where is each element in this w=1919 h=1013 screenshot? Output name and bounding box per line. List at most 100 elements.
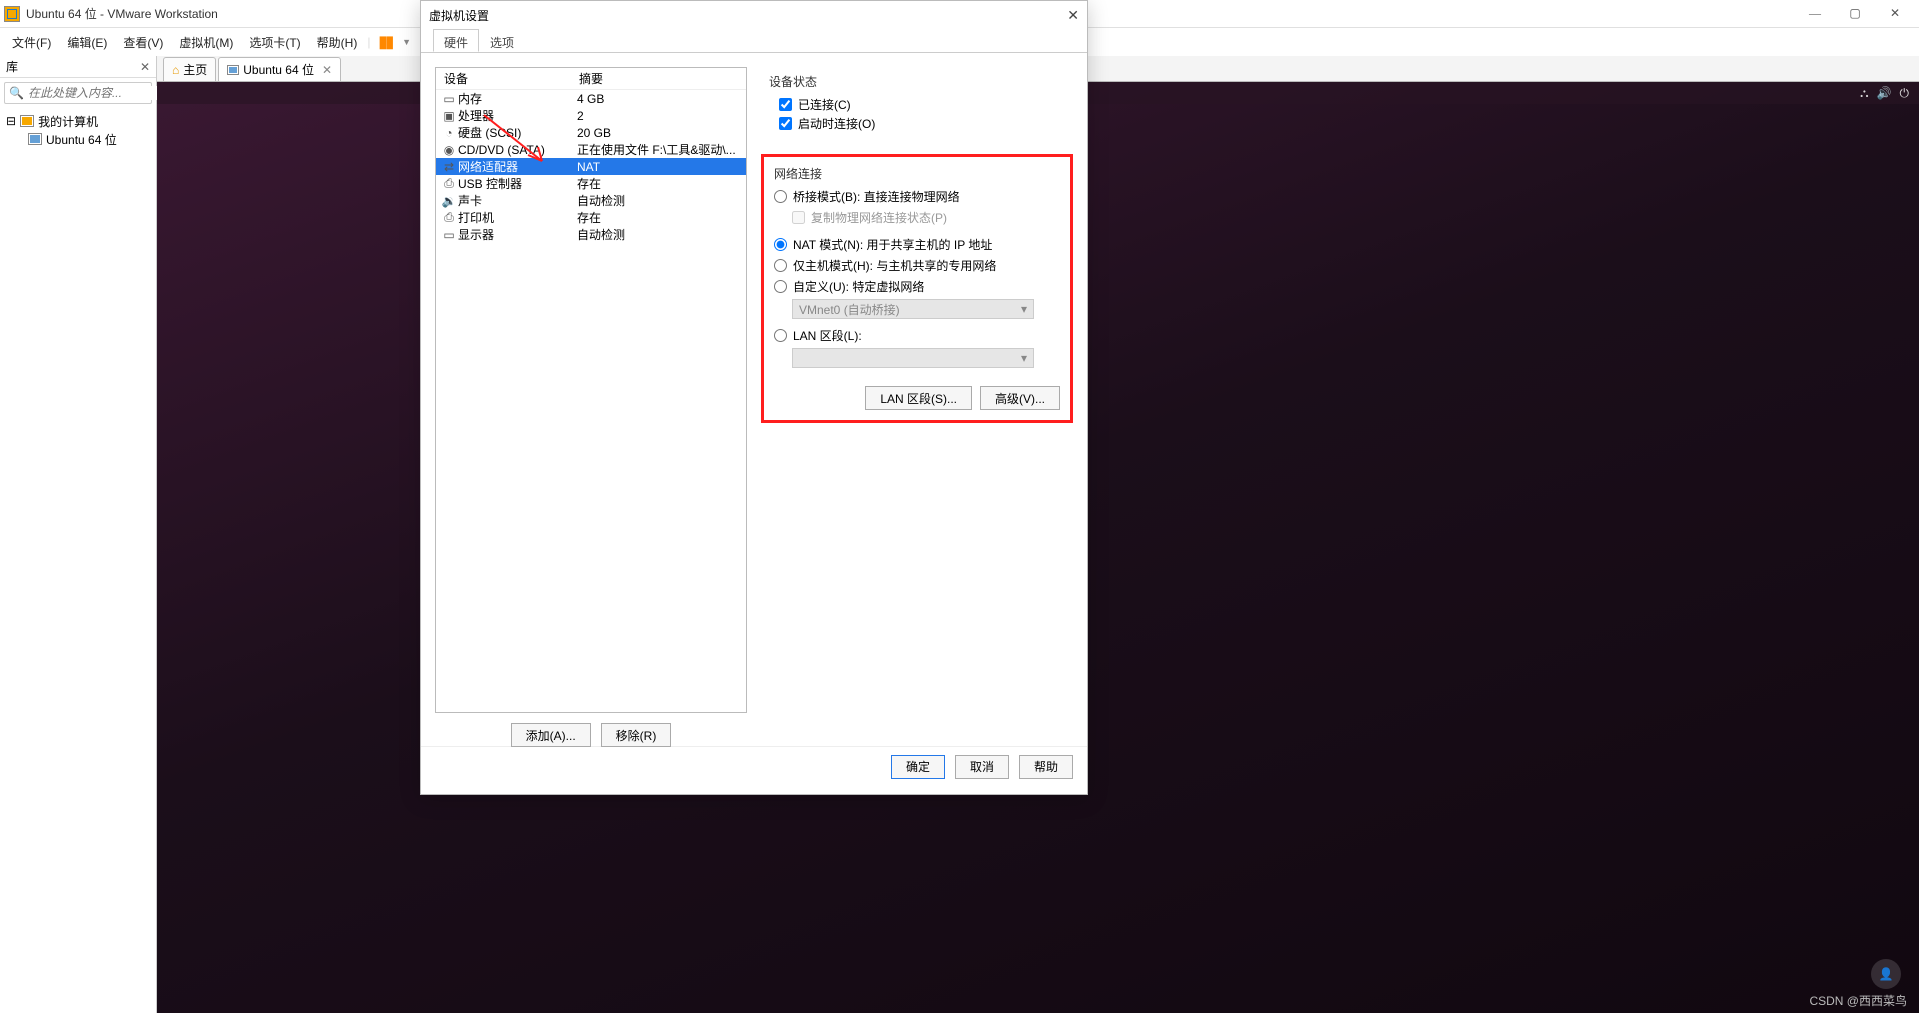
- hardware-row[interactable]: ▣处理器2: [436, 107, 746, 124]
- hardware-summary: 存在: [577, 209, 742, 226]
- tab-home[interactable]: ⌂ 主页: [163, 57, 216, 81]
- bridge-input[interactable]: [774, 190, 787, 203]
- hardware-row[interactable]: ◔硬盘 (SCSI)20 GB: [436, 124, 746, 141]
- hostonly-radio[interactable]: 仅主机模式(H): 与主机共享的专用网络: [774, 257, 1060, 274]
- tree-root[interactable]: ⊟ 我的计算机: [6, 112, 150, 130]
- lan-segment-input[interactable]: [774, 329, 787, 342]
- dialog-tabs: 硬件 选项: [421, 29, 1087, 53]
- pause-icon[interactable]: ▮▮: [374, 32, 396, 52]
- tab-vm[interactable]: Ubuntu 64 位 ✕: [218, 57, 341, 81]
- menu-edit[interactable]: 编辑(E): [61, 32, 113, 53]
- hardware-buttons: 添加(A)... 移除(R): [435, 723, 747, 747]
- hardware-name: CD/DVD (SATA): [458, 143, 577, 157]
- custom-vmnet-value: VMnet0 (自动桥接): [799, 301, 900, 318]
- hardware-row[interactable]: ⇄网络适配器NAT: [436, 158, 746, 175]
- hardware-row[interactable]: ⎙打印机存在: [436, 209, 746, 226]
- lan-segment-label: LAN 区段(L):: [793, 327, 862, 344]
- hardware-summary: 2: [577, 109, 742, 123]
- menu-view[interactable]: 查看(V): [117, 32, 169, 53]
- hardware-summary: 自动检测: [577, 192, 742, 209]
- hardware-row[interactable]: ▭显示器自动检测: [436, 226, 746, 243]
- replicate-input: [792, 211, 805, 224]
- hardware-name: 显示器: [458, 226, 577, 243]
- tab-close-icon[interactable]: ✕: [318, 63, 332, 77]
- nat-radio[interactable]: NAT 模式(N): 用于共享主机的 IP 地址: [774, 236, 1060, 253]
- vm-tree: ⊟ 我的计算机 Ubuntu 64 位: [0, 108, 156, 152]
- hardware-list-header: 设备 摘要: [436, 68, 746, 90]
- hardware-name: USB 控制器: [458, 175, 577, 192]
- close-button[interactable]: ✕: [1875, 6, 1915, 21]
- connected-checkbox[interactable]: 已连接(C): [779, 96, 1065, 113]
- cancel-button[interactable]: 取消: [955, 755, 1009, 779]
- device-status-label: 设备状态: [769, 73, 1065, 90]
- vm-icon: [28, 133, 42, 145]
- connect-on-poweron-label: 启动时连接(O): [798, 115, 875, 132]
- hardware-summary: 20 GB: [577, 126, 742, 140]
- hardware-icon: ◔: [440, 126, 458, 140]
- remove-hardware-button[interactable]: 移除(R): [601, 723, 672, 747]
- ok-button[interactable]: 确定: [891, 755, 945, 779]
- lan-segment-radio[interactable]: LAN 区段(L):: [774, 327, 1060, 344]
- vmware-icon: [4, 6, 20, 22]
- tree-vm-label: Ubuntu 64 位: [46, 131, 117, 148]
- hardware-row[interactable]: 🔉声卡自动检测: [436, 192, 746, 209]
- connected-input[interactable]: [779, 98, 792, 111]
- vm-icon: [227, 65, 239, 75]
- network-connection-label: 网络连接: [774, 165, 1060, 182]
- sidebar-close-icon[interactable]: ✕: [140, 60, 150, 74]
- hostonly-input[interactable]: [774, 259, 787, 272]
- hardware-list: 设备 摘要 ▭内存4 GB▣处理器2◔硬盘 (SCSI)20 GB◉CD/DVD…: [435, 67, 747, 713]
- advanced-button[interactable]: 高级(V)...: [980, 386, 1060, 410]
- menu-tabs[interactable]: 选项卡(T): [243, 32, 306, 53]
- hardware-name: 网络适配器: [458, 158, 577, 175]
- sound-icon[interactable]: 🔊: [1877, 86, 1892, 100]
- tab-options[interactable]: 选项: [479, 29, 525, 52]
- tree-vm-item[interactable]: Ubuntu 64 位: [6, 130, 150, 148]
- custom-radio[interactable]: 自定义(U): 特定虚拟网络: [774, 278, 1060, 295]
- nat-label: NAT 模式(N): 用于共享主机的 IP 地址: [793, 236, 992, 253]
- network-icon[interactable]: ⛬: [1860, 86, 1868, 101]
- window-title: Ubuntu 64 位 - VMware Workstation: [26, 5, 218, 22]
- power-icon[interactable]: ⏻: [1900, 86, 1910, 101]
- bridge-label: 桥接模式(B): 直接连接物理网络: [793, 188, 960, 205]
- add-hardware-button[interactable]: 添加(A)...: [511, 723, 591, 747]
- menu-help[interactable]: 帮助(H): [311, 32, 364, 53]
- replicate-checkbox: 复制物理网络连接状态(P): [792, 209, 1060, 226]
- minimize-button[interactable]: —: [1795, 6, 1835, 21]
- bridge-radio[interactable]: 桥接模式(B): 直接连接物理网络: [774, 188, 1060, 205]
- lan-segments-button[interactable]: LAN 区段(S)...: [865, 386, 972, 410]
- hardware-row[interactable]: ⎙USB 控制器存在: [436, 175, 746, 192]
- dialog-footer: 确定 取消 帮助: [421, 746, 1087, 786]
- hardware-icon: 🔉: [440, 194, 458, 208]
- connect-on-poweron-input[interactable]: [779, 117, 792, 130]
- hardware-name: 内存: [458, 90, 577, 107]
- tree-collapse-icon[interactable]: ⊟: [6, 114, 16, 128]
- hardware-name: 硬盘 (SCSI): [458, 124, 577, 141]
- hardware-summary: 4 GB: [577, 92, 742, 106]
- hardware-row[interactable]: ▭内存4 GB: [436, 90, 746, 107]
- col-device: 设备: [444, 70, 579, 87]
- hardware-name: 声卡: [458, 192, 577, 209]
- hardware-row[interactable]: ◉CD/DVD (SATA)正在使用文件 F:\工具&驱动\...: [436, 141, 746, 158]
- search-icon: 🔍: [5, 86, 28, 100]
- sidebar: 库 ✕ 🔍 ▾ ⊟ 我的计算机 Ubuntu 64 位: [0, 56, 157, 1013]
- guest-account-icon[interactable]: 👤: [1871, 959, 1901, 989]
- menu-vm[interactable]: 虚拟机(M): [173, 32, 239, 53]
- replicate-label: 复制物理网络连接状态(P): [811, 209, 947, 226]
- tab-hardware[interactable]: 硬件: [433, 29, 479, 52]
- hardware-summary: 自动检测: [577, 226, 742, 243]
- maximize-button[interactable]: ▢: [1835, 6, 1875, 21]
- menu-file[interactable]: 文件(F): [6, 32, 57, 53]
- help-button[interactable]: 帮助: [1019, 755, 1073, 779]
- custom-input[interactable]: [774, 280, 787, 293]
- dialog-close-icon[interactable]: ✕: [1067, 7, 1079, 24]
- dropdown-icon[interactable]: ▼: [400, 37, 413, 47]
- home-icon: ⌂: [172, 63, 179, 77]
- sidebar-title: 库: [6, 58, 140, 75]
- nat-input[interactable]: [774, 238, 787, 251]
- connect-on-poweron-checkbox[interactable]: 启动时连接(O): [779, 115, 1065, 132]
- detail-pane: 设备状态 已连接(C) 启动时连接(O) 网络连接 桥接模式(B): 直接连接物…: [761, 67, 1073, 732]
- tab-vm-label: Ubuntu 64 位: [243, 61, 314, 78]
- hardware-name: 打印机: [458, 209, 577, 226]
- sidebar-search[interactable]: 🔍 ▾: [4, 82, 152, 104]
